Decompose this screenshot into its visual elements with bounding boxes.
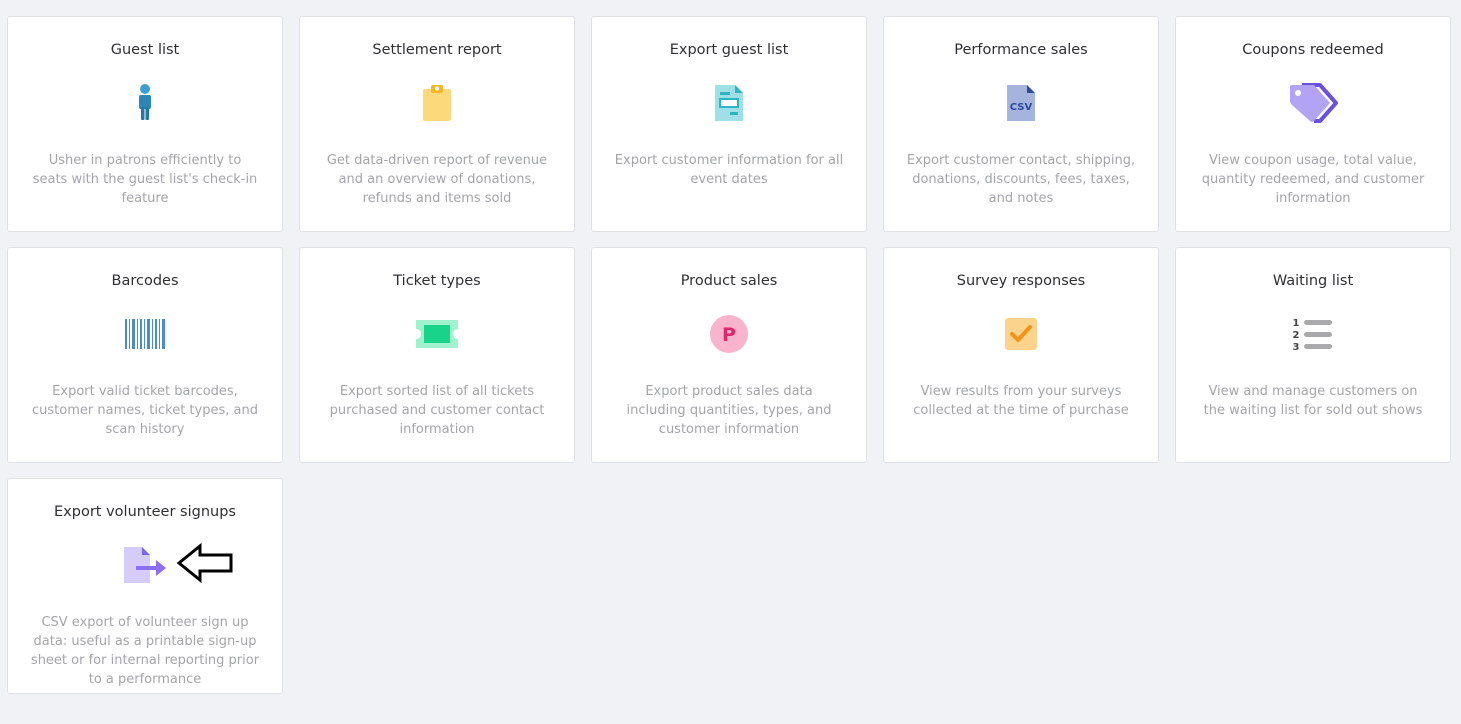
report-card-ticket-types[interactable]: Ticket types Export sorted list of all t…: [299, 247, 575, 463]
card-title: Export volunteer signups: [54, 504, 236, 520]
csv-file-icon: CSV: [1007, 85, 1035, 121]
card-description: Usher in patrons efficiently to seats wi…: [32, 153, 258, 206]
clipboard-icon: [423, 85, 451, 121]
card-description: CSV export of volunteer sign up data: us…: [30, 615, 260, 687]
card-description: Export product sales data including quan…: [626, 384, 832, 437]
ticket-icon: [416, 320, 458, 348]
product-p-icon: P: [710, 315, 748, 353]
card-description: Get data-driven report of revenue and an…: [326, 153, 548, 206]
card-title: Coupons redeemed: [1242, 42, 1384, 58]
card-title: Waiting list: [1272, 273, 1354, 289]
card-title: Settlement report: [372, 42, 502, 58]
report-card-guest-list[interactable]: Guest list Usher in patrons efficiently …: [7, 16, 283, 232]
report-card-survey-responses[interactable]: Survey responses View results from your …: [883, 247, 1159, 463]
report-card-product-sales[interactable]: Product sales P Export product sales dat…: [591, 247, 867, 463]
tag-icon: [1290, 83, 1338, 123]
numbered-list-icon: 1 2 3: [1293, 318, 1332, 352]
svg-text:2: 2: [1293, 330, 1300, 341]
card-title: Export guest list: [669, 42, 789, 58]
card-title: Survey responses: [956, 273, 1086, 289]
report-card-settlement-report[interactable]: Settlement report Get data-driven report…: [299, 16, 575, 232]
report-card-export-volunteer-signups[interactable]: Export volunteer signups CSV export of v…: [7, 478, 283, 694]
file-export-icon: [124, 547, 166, 583]
document-list-icon: [715, 85, 743, 121]
report-card-barcodes[interactable]: Barcodes Export valid ticket barcodes, c…: [7, 247, 283, 463]
card-title: Product sales: [680, 273, 778, 289]
card-title: Barcodes: [111, 273, 179, 289]
card-title: Performance sales: [954, 42, 1088, 58]
barcode-icon: [125, 319, 165, 349]
product-p-label: P: [722, 324, 736, 346]
card-description: Export customer contact, shipping, donat…: [906, 153, 1136, 206]
csv-label: CSV: [1010, 102, 1033, 113]
card-description: Export valid ticket barcodes, customer n…: [32, 384, 258, 437]
card-description: View coupon usage, total value, quantity…: [1201, 153, 1425, 206]
report-card-performance-sales[interactable]: Performance sales CSV Export customer co…: [883, 16, 1159, 232]
card-title: Ticket types: [393, 273, 481, 289]
card-description: Export customer information for all even…: [614, 153, 844, 187]
reports-grid: Guest list Usher in patrons efficiently …: [7, 16, 1451, 694]
card-description: View results from your surveys collected…: [913, 384, 1129, 418]
card-description: Export sorted list of all tickets purcha…: [329, 384, 545, 437]
report-card-coupons-redeemed[interactable]: Coupons redeemed View coupon usage, tota…: [1175, 16, 1451, 232]
checkbox-icon: [1005, 318, 1037, 350]
report-card-export-guest-list[interactable]: Export guest list Export customer inform…: [591, 16, 867, 232]
person-icon: [139, 84, 151, 120]
card-title: Guest list: [110, 42, 180, 58]
svg-text:1: 1: [1293, 318, 1300, 329]
report-card-waiting-list[interactable]: Waiting list 1 2 3 View and manage custo…: [1175, 247, 1451, 463]
svg-text:3: 3: [1293, 342, 1300, 352]
annotation-arrow-icon: [176, 543, 233, 583]
card-description: View and manage customers on the waiting…: [1203, 384, 1423, 418]
